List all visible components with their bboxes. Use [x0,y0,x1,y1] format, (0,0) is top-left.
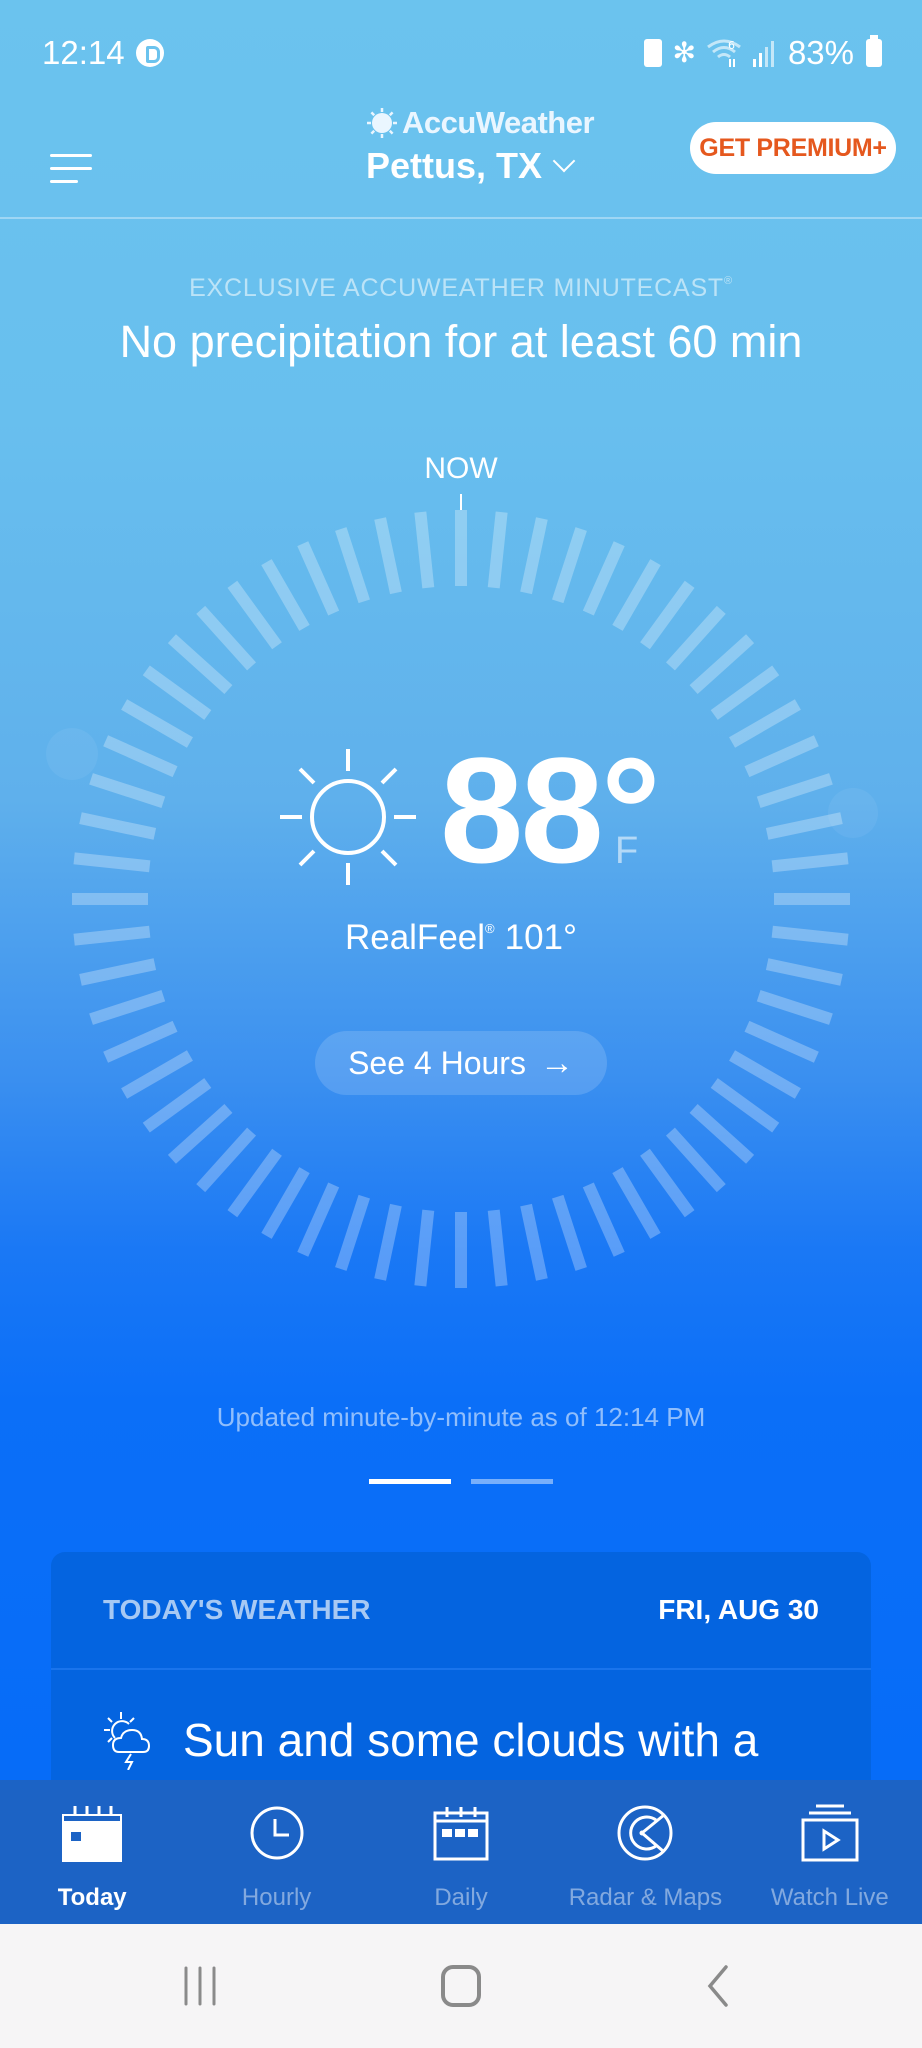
arrow-right-icon: → [539,1043,574,1082]
dial-tick [729,1050,801,1099]
weather-description: Sun and some clouds with a [183,1714,759,1766]
calendar-today-icon [62,1806,123,1862]
realfeel-label: RealFeel [344,918,486,957]
nav-hourly[interactable]: Hourly [184,1780,368,1924]
bottom-nav: Today Hourly Daily Radar & Maps Watch Li… [0,1780,922,1924]
dial-glow-right [828,788,878,838]
dial-tick [487,511,508,589]
card-body: Sun and some clouds with a [51,1670,871,1770]
dial-tick [414,511,435,589]
temperature-unit: F [615,830,639,872]
clock-icon [250,1806,304,1860]
dial-tick [765,958,843,986]
dial-tick [582,1182,625,1257]
now-marker [460,494,462,510]
dial-tick [89,990,166,1025]
page-indicator-1[interactable] [369,1479,451,1484]
dial-tick [121,1050,193,1099]
nav-label: Daily [434,1884,488,1911]
dial-tick [297,541,340,616]
dial-tick [756,773,833,808]
dial-tick [142,665,212,720]
nav-daily[interactable]: Daily [369,1780,553,1924]
dial-tick [261,1167,310,1239]
page-indicator-2[interactable] [471,1479,553,1484]
dial-tick [487,1209,508,1287]
now-label: NOW [424,452,498,485]
home-icon[interactable] [440,1964,482,2008]
dial-tick [640,580,695,650]
sun-icon [280,749,416,885]
dial-tick [756,990,833,1025]
nav-label: Watch Live [770,1884,889,1911]
nav-label: Hourly [241,1884,312,1911]
dial-tick [710,665,780,720]
dial-tick [335,1194,370,1271]
dial-tick [582,541,625,616]
dial-tick [689,634,755,695]
minutecast-dial[interactable] [0,0,922,1350]
dial-tick [103,1020,178,1063]
realfeel: RealFeel® 101° [0,918,922,958]
dial-tick [227,1148,282,1218]
dial-tick [612,1167,661,1239]
dial-tick [771,852,849,873]
dial-tick [665,1127,726,1193]
dial-tick [552,1194,587,1271]
dial-tick [520,517,548,595]
dial-tick [73,852,151,873]
dial-tick [196,1127,257,1193]
see-4-hours-button[interactable]: See 4 Hours → [315,1031,607,1095]
dial-tick [744,735,819,778]
nav-label: Radar & Maps [568,1884,723,1911]
dial-tick [227,580,282,650]
dial-tick [414,1209,435,1287]
dial-tick [374,1203,402,1281]
dial-tick [79,958,157,986]
card-date: FRI, AUG 30 [658,1594,819,1625]
video-play-icon [801,1804,859,1862]
see-hours-label: See 4 Hours [348,1044,526,1081]
nav-radar-maps[interactable]: Radar & Maps [553,1780,737,1924]
dial-tick [665,605,726,671]
dial-tick [374,517,402,595]
card-title: TODAY'S WEATHER [103,1594,371,1625]
dial-glow-left [46,728,98,780]
card-header: TODAY'S WEATHER FRI, AUG 30 [51,1552,871,1670]
dial-tick [261,559,310,631]
dial-tick [167,634,233,695]
dial-tick [297,1182,340,1257]
nav-label: Today [57,1884,127,1911]
radar-icon [617,1805,673,1861]
dial-tick [552,527,587,604]
dial-tick [729,699,801,748]
dial-tick [142,1078,212,1133]
back-icon[interactable] [704,1964,732,2008]
dial-tick [710,1078,780,1133]
nav-today[interactable]: Today [0,1780,184,1924]
dial-tick [744,1020,819,1063]
dial-tick [520,1203,548,1281]
updated-timestamp: Updated minute-by-minute as of 12:14 PM [216,1402,706,1432]
dial-tick [89,773,166,808]
recents-icon[interactable] [180,1964,220,2008]
dial-tick [196,605,257,671]
dial-tick [335,527,370,604]
partly-sunny-thunderstorm-icon [104,1712,151,1770]
dial-tick [640,1148,695,1218]
dial-tick [167,1103,233,1164]
dial-tick [689,1103,755,1164]
system-navigation-bar [0,1924,922,2048]
realfeel-value: 101° [504,918,578,957]
page-indicator [0,1479,922,1484]
dial-tick [103,735,178,778]
registered-mark: ® [485,921,495,936]
nav-watch-live[interactable]: Watch Live [738,1780,922,1924]
dial-tick [121,699,193,748]
dial-tick [612,559,661,631]
dial-tick [79,812,157,840]
calendar-daily-icon [433,1807,489,1861]
